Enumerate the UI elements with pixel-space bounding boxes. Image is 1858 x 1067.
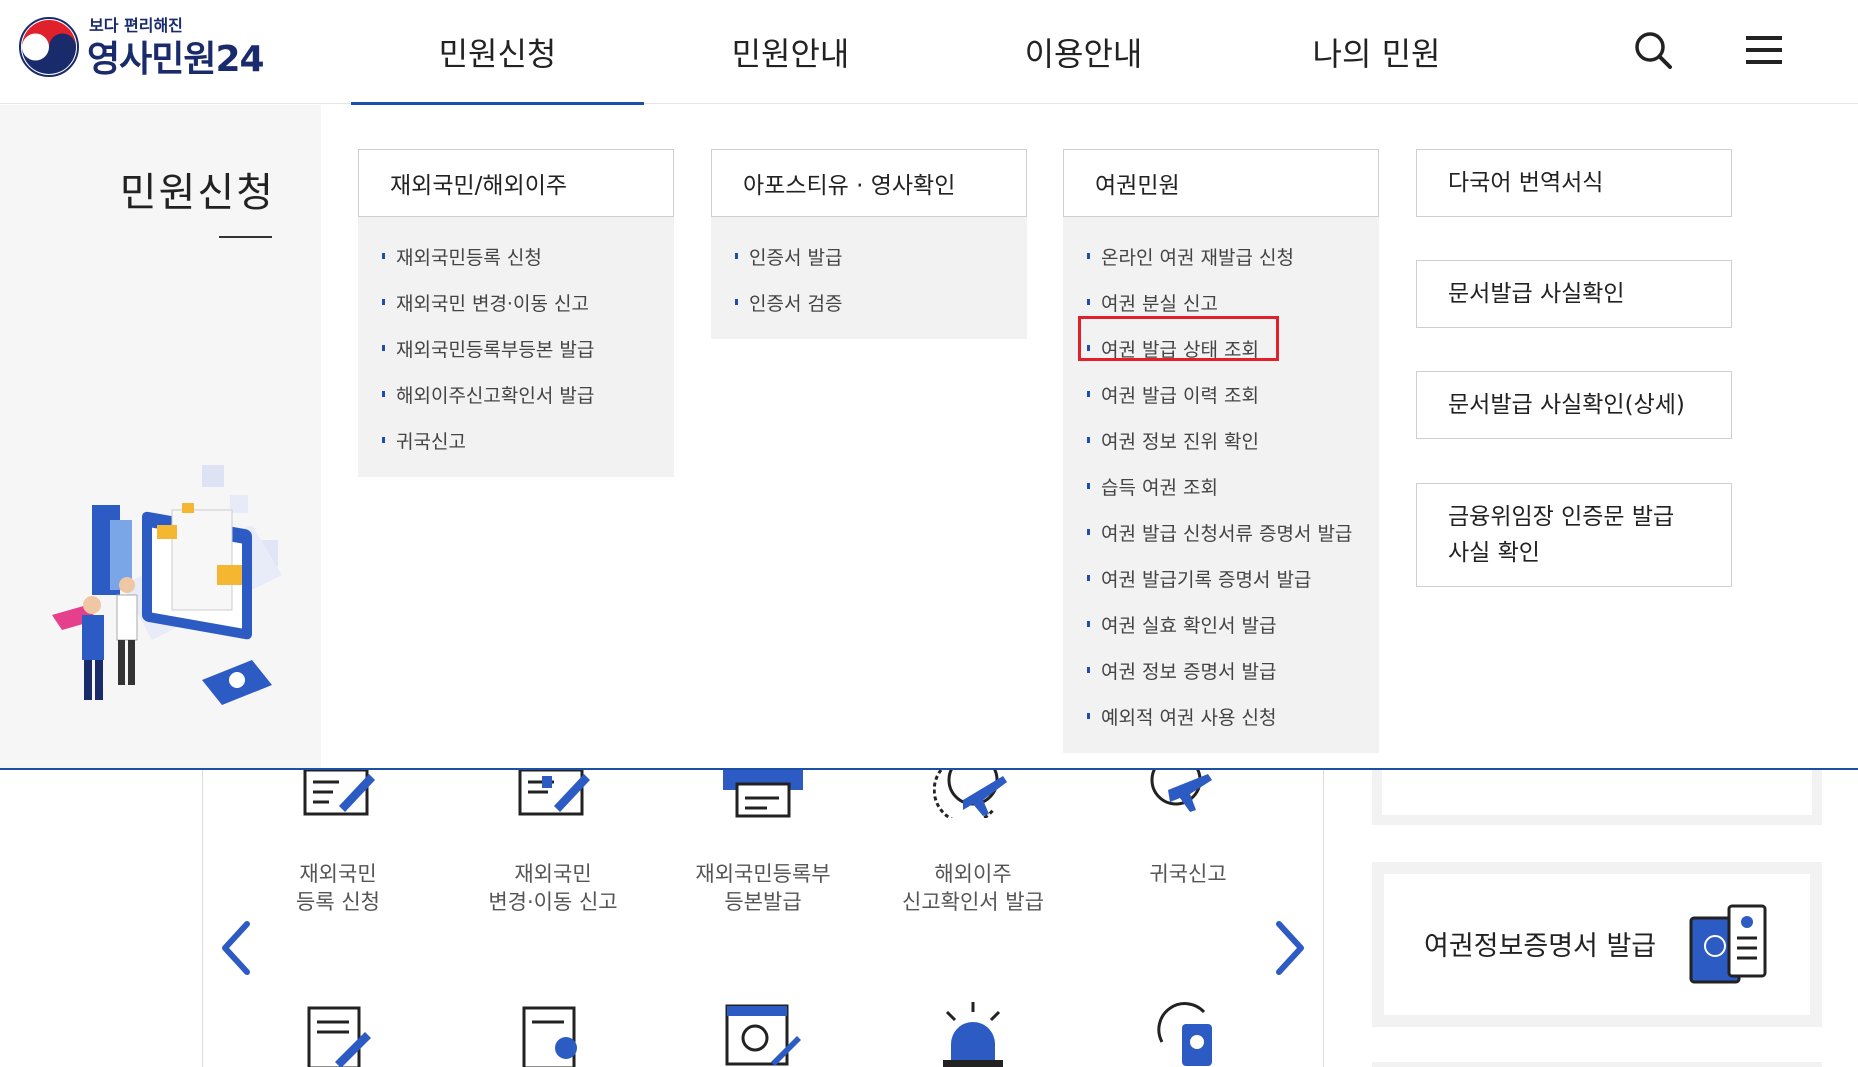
service-label-line1: 재외국민 <box>299 862 377 886</box>
service-label-line1: 해외이주 <box>934 862 1012 886</box>
link-text-line2: 사실 확인 <box>1448 540 1540 566</box>
return-flight-icon <box>1150 770 1212 812</box>
link-document-verify-detail[interactable]: 문서발급 사실확인(상세) <box>1416 371 1732 439</box>
page-content: 재외국민 등록 신청 재외국민 변경·이동 신고 재외국민등록부 등본발급 해외… <box>0 770 1858 1067</box>
highlight-box <box>1078 316 1279 361</box>
main-nav: 민원신청 민원안내 이용안내 나의 민원 <box>351 0 1523 105</box>
office-illustration-icon <box>52 465 282 705</box>
scroll-document-icon <box>307 1006 371 1067</box>
side-card-partial-bottom <box>1372 1062 1822 1067</box>
passport-info-certificate-card[interactable]: 여권정보증명서 발급 <box>1372 862 1822 1027</box>
menu-item[interactable]: 인증서 검증 <box>711 279 1027 325</box>
globe-airplane-icon <box>933 770 1007 818</box>
mega-menu-side: 민원신청 <box>0 105 321 769</box>
quick-service-item[interactable]: 재외국민 변경·이동 신고 <box>458 860 648 916</box>
service-label-line2: 등록 신청 <box>296 890 380 914</box>
column-heading[interactable]: 아포스티유 · 영사확인 <box>711 149 1027 217</box>
menu-item[interactable]: 여권 정보 증명서 발급 <box>1063 647 1379 693</box>
passport-certificate-icon <box>1689 904 1767 984</box>
service-label-line2: 등본발급 <box>724 890 802 914</box>
card-label: 여권정보증명서 발급 <box>1424 931 1657 962</box>
menu-item[interactable]: 재외국민등록부등본 발급 <box>358 325 674 371</box>
quick-service-carousel: 재외국민 등록 신청 재외국민 변경·이동 신고 재외국민등록부 등본발급 해외… <box>202 770 1324 1067</box>
menu-button[interactable] <box>1736 22 1792 78</box>
search-button[interactable] <box>1625 22 1681 78</box>
column-heading[interactable]: 여권민원 <box>1063 149 1379 217</box>
column-heading[interactable]: 재외국민/해외이주 <box>358 149 674 217</box>
site-header: 보다 편리해진 영사민원24 민원신청 민원안내 이용안내 나의 민원 <box>0 0 1858 105</box>
nav-guide[interactable]: 민원안내 <box>644 0 937 104</box>
application-form-icon <box>303 770 375 816</box>
chevron-left-icon[interactable] <box>217 918 257 978</box>
quick-service-item[interactable]: 재외국민 등록 신청 <box>243 860 433 916</box>
printer-icon <box>723 770 803 818</box>
service-label-line1: 재외국민등록부 <box>695 862 831 886</box>
menu-column-apostille: 아포스티유 · 영사확인 인증서 발급 인증서 검증 <box>711 149 1027 339</box>
quick-service-item[interactable]: 귀국신고 <box>1093 860 1283 888</box>
menu-column-passport: 여권민원 온라인 여권 재발급 신청 여권 분실 신고 여권 발급 상태 조회 … <box>1063 149 1379 753</box>
certificate-seal-icon <box>725 1004 801 1066</box>
mega-menu: 민원신청 재외국민/해외이주 재외국민등록 신청 재외국민 변경·이동 신고 재… <box>0 105 1858 769</box>
link-financial-poa-verify[interactable]: 금융위임장 인증문 발급 사실 확인 <box>1416 483 1732 587</box>
link-document-verify[interactable]: 문서발급 사실확인 <box>1416 260 1732 328</box>
menu-item[interactable]: 여권 발급 신청서류 증명서 발급 <box>1063 509 1379 555</box>
nav-apply[interactable]: 민원신청 <box>351 0 644 105</box>
quick-service-item[interactable]: 재외국민등록부 등본발급 <box>668 860 858 916</box>
menu-item[interactable]: 여권 정보 진위 확인 <box>1063 417 1379 463</box>
taegeuk-emblem-icon <box>19 17 79 77</box>
menu-column-residents: 재외국민/해외이주 재외국민등록 신청 재외국민 변경·이동 신고 재외국민등록… <box>358 149 674 477</box>
menu-item[interactable]: 인증서 발급 <box>711 233 1027 279</box>
menu-item[interactable]: 여권 발급 이력 조회 <box>1063 371 1379 417</box>
document-search-icon <box>522 1006 577 1067</box>
site-logo[interactable]: 보다 편리해진 영사민원24 <box>18 12 265 80</box>
service-label-line2: 신고확인서 발급 <box>902 890 1044 914</box>
menu-item[interactable]: 예외적 여권 사용 신청 <box>1063 693 1379 739</box>
passport-renew-icon <box>1157 1002 1212 1066</box>
link-translation-forms[interactable]: 다국어 번역서식 <box>1416 149 1732 217</box>
change-report-form-icon <box>518 770 590 816</box>
menu-item[interactable]: 온라인 여권 재발급 신청 <box>1063 233 1379 279</box>
menu-item[interactable]: 재외국민등록 신청 <box>358 233 674 279</box>
menu-item[interactable]: 습득 여권 조회 <box>1063 463 1379 509</box>
nav-my-requests[interactable]: 나의 민원 <box>1230 0 1523 104</box>
mega-menu-title: 민원신청 <box>119 170 275 216</box>
side-card-partial <box>1372 770 1822 825</box>
service-label-line1: 귀국신고 <box>1149 862 1227 886</box>
alert-siren-icon <box>943 1002 1003 1067</box>
menu-item[interactable]: 귀국신고 <box>358 417 674 463</box>
menu-item[interactable]: 재외국민 변경·이동 신고 <box>358 279 674 325</box>
nav-usage[interactable]: 이용안내 <box>937 0 1230 104</box>
hamburger-menu-icon <box>1746 36 1782 64</box>
search-icon <box>1635 32 1672 69</box>
menu-item[interactable]: 여권 발급기록 증명서 발급 <box>1063 555 1379 601</box>
service-label-line1: 재외국민 <box>514 862 592 886</box>
title-underline <box>219 236 272 238</box>
quick-service-item[interactable]: 해외이주 신고확인서 발급 <box>878 860 1068 916</box>
logo-name: 영사민원24 <box>87 39 265 80</box>
link-text-line1: 금융위임장 인증문 발급 <box>1448 504 1675 530</box>
column-list: 재외국민등록 신청 재외국민 변경·이동 신고 재외국민등록부등본 발급 해외이… <box>358 217 674 477</box>
menu-item[interactable]: 해외이주신고확인서 발급 <box>358 371 674 417</box>
chevron-right-icon[interactable] <box>1269 918 1309 978</box>
column-list: 인증서 발급 인증서 검증 <box>711 217 1027 339</box>
column-list: 온라인 여권 재발급 신청 여권 분실 신고 여권 발급 상태 조회 여권 발급… <box>1063 217 1379 753</box>
service-label-line2: 변경·이동 신고 <box>488 890 618 914</box>
menu-item[interactable]: 여권 실효 확인서 발급 <box>1063 601 1379 647</box>
